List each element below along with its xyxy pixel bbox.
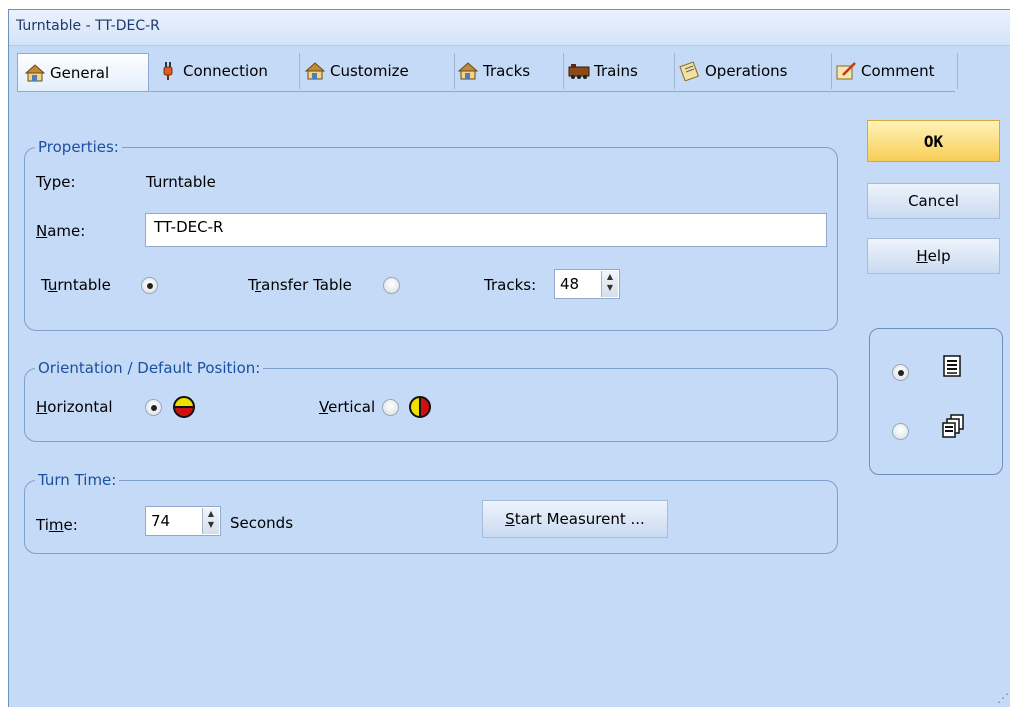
tab-comment[interactable]: Comment	[829, 53, 958, 89]
horizontal-radio[interactable]	[145, 399, 162, 416]
seconds-label: Seconds	[230, 514, 294, 532]
time-label: Time:	[36, 516, 78, 534]
train-icon	[568, 61, 590, 81]
tab-trains[interactable]: Trains	[562, 53, 675, 89]
name-label: Name:	[36, 222, 86, 240]
type-label: Type:	[36, 173, 76, 191]
turntable-radio-label[interactable]: Turntable	[41, 276, 111, 294]
tab-customize[interactable]: Customize	[298, 53, 455, 89]
orientation-group: Orientation / Default Position: Horizont…	[24, 359, 838, 442]
turn-time-group: Turn Time: Time: 74 ▲ ▼ Seconds Start Mea…	[24, 471, 838, 554]
time-value: 74	[151, 512, 171, 530]
vertical-radio-label[interactable]: Vertical	[319, 398, 375, 416]
house-icon	[457, 61, 479, 81]
orientation-title: Orientation / Default Position:	[35, 359, 264, 377]
vertical-radio[interactable]	[382, 399, 399, 416]
tab-connection[interactable]: Connection	[151, 53, 300, 89]
clipboard-icon	[679, 61, 701, 82]
tab-connection-label: Connection	[183, 62, 268, 80]
house-icon	[304, 61, 326, 81]
tab-comment-label: Comment	[861, 62, 935, 80]
window-title: Turntable - TT-DEC-R	[16, 18, 160, 34]
help-button[interactable]: Help	[867, 238, 1000, 274]
turntable-dialog: Turntable - TT-DEC-R General Connection …	[8, 9, 1010, 707]
tracks-label: Tracks:	[484, 276, 537, 294]
horizontal-radio-label[interactable]: Horizontal	[36, 398, 113, 416]
name-value: TT-DEC-R	[154, 218, 224, 236]
start-measurement-button[interactable]: Start Measurent ...	[482, 500, 668, 538]
tab-general-label: General	[50, 63, 110, 82]
properties-title: Properties:	[35, 138, 122, 156]
turntable-radio[interactable]	[141, 277, 158, 294]
horizontal-orientation-icon	[173, 396, 195, 418]
resize-grip[interactable]: ⋰	[997, 691, 1009, 705]
tab-strip: General Connection Customize Tracks Trai…	[17, 53, 958, 92]
vertical-orientation-icon	[409, 396, 431, 418]
list-view-icon	[942, 355, 964, 383]
tab-divider	[17, 91, 955, 92]
name-field[interactable]: TT-DEC-R	[145, 213, 827, 247]
house-icon	[24, 63, 46, 83]
list-view-radio[interactable]	[892, 364, 909, 381]
plug-icon	[157, 61, 179, 81]
transfer-table-radio-label[interactable]: Transfer Table	[248, 276, 352, 294]
cascade-view-radio[interactable]	[892, 423, 909, 440]
time-stepper[interactable]: 74 ▲ ▼	[145, 506, 221, 536]
tracks-stepper[interactable]: 48 ▲ ▼	[554, 269, 620, 299]
tab-trains-label: Trains	[594, 62, 638, 80]
tracks-spin-arrows[interactable]: ▲ ▼	[601, 271, 618, 297]
ok-button[interactable]: OK	[867, 120, 1000, 162]
tab-tracks[interactable]: Tracks	[451, 53, 564, 89]
time-spin-arrows[interactable]: ▲ ▼	[202, 508, 219, 534]
title-bar: Turntable - TT-DEC-R	[9, 10, 1010, 46]
view-options-panel	[869, 328, 1003, 475]
type-value: Turntable	[146, 173, 216, 191]
tracks-value: 48	[560, 275, 580, 293]
turn-time-title: Turn Time:	[35, 471, 120, 489]
cascade-view-icon	[942, 414, 966, 444]
tab-customize-label: Customize	[330, 62, 409, 80]
cancel-button[interactable]: Cancel	[867, 183, 1000, 219]
tab-general[interactable]: General	[17, 53, 149, 91]
tab-operations-label: Operations	[705, 62, 788, 80]
notepad-icon	[835, 61, 857, 81]
tab-operations[interactable]: Operations	[673, 53, 832, 89]
properties-group: Properties: Type: Turntable Name: TT-DEC…	[24, 138, 838, 331]
tab-tracks-label: Tracks	[483, 62, 531, 80]
transfer-table-radio[interactable]	[383, 277, 400, 294]
